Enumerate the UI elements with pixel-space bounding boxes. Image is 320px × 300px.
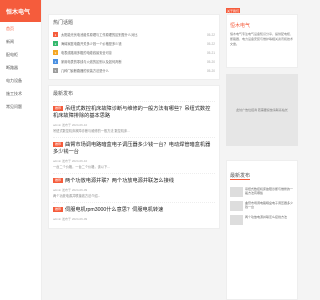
nav-item-breaker[interactable]: 断路器 [0,61,41,74]
nav-item-equipment[interactable]: 电力设备 [0,74,41,87]
rank-badge: 4 [53,59,58,64]
article-meta: admin 发布于 2024-06-10 [53,159,88,163]
hot-item[interactable]: 5 几种门窗断路器的安装方法是什么 05-20 [53,66,215,75]
nav-item-construction[interactable]: 施工技术 [0,87,41,100]
thumbnail[interactable] [230,187,243,197]
hot-item[interactable]: 2 海绵家庭电路开关多少钱一个价格是多少钱 05-22 [53,39,215,48]
thumbnail[interactable] [230,215,243,225]
article-title-text[interactable]: 两个功放电源并联？两个功放电源并联怎么接线 [65,178,174,184]
article-title-text[interactable]: 吊纽式数控机床故障诊断与维修的一般方法有哪些？吊纽式数控机床故障排除的基本思路 [53,106,210,119]
hot-item-text[interactable]: 几种门窗断路器的安装方法是什么 [61,68,203,73]
article-title[interactable]: 推荐 吊纽式数控机床故障诊断与维修的一般方法有哪些？吊纽式数控机床故障排除的基本思… [53,106,215,120]
article-meta: admin 发布于 2024-06-10 [53,123,88,127]
ad-placeholder[interactable]: 此处广告位招商 若需要投放请联系站长 [226,74,298,146]
hot-item[interactable]: 1 太阳能光伏电池组件原理与工作原理的区别是什么对比 05-22 [53,30,215,39]
side-latest-title: 最新发布 [230,173,251,180]
side-list-text[interactable]: 吊纽式数控机床故障诊断与维修的一般方法有哪些 [245,187,294,197]
hot-item-date: 05-20 [206,68,215,73]
article-title[interactable]: 推荐 曲臂市场调电路暗盒电子调压器多少钱一台？电动焊管暗盒机器多少钱一台 [53,142,215,156]
article-item[interactable]: 推荐 吊纽式数控机床故障诊断与维修的一般方法有哪些？吊纽式数控机床故障排除的基本思… [53,101,215,137]
side-latest-list: 最新发布 吊纽式数控机床故障诊断与维修的一般方法有哪些 曲臂市场调电路暗盒电子调… [226,160,298,300]
article-tag: 推荐 [53,106,64,112]
rank-badge: 5 [53,68,58,73]
article-desc: 吊纽式数控机床故障诊断与维修的一般方法 数控机床... [53,129,130,133]
hot-item-date: 05-22 [206,41,215,46]
article-item[interactable]: 推荐 曲臂市场调电路暗盒电子调压器多少钱一台？电动焊管暗盒机器多少钱一台 admi… [53,137,215,173]
hot-item-text[interactable]: 太阳能光伏电池组件原理与工作原理的区别是什么对比 [61,32,203,37]
rank-badge: 1 [53,32,58,37]
thumbnail[interactable] [230,201,243,211]
hot-topics: 热门话题 1 太阳能光伏电池组件原理与工作原理的区别是什么对比 05-22 2 … [48,14,220,80]
right-column: 恒木电气 恒木电气专注电气设备知识分享，提供配电柜、断路器、电力设备安装与维护等… [224,0,300,300]
article-meta: admin 发布于 2024-06-09 [53,188,88,192]
nav-item-faq[interactable]: 常见问题 [0,100,41,113]
hot-item[interactable]: 3 电表线路用多粗的电缆线最安全可靠 05-21 [53,48,215,57]
hot-topics-title: 热门话题 [53,20,74,26]
article-title-text[interactable]: 曲臂市场调电路暗盒电子调压器多少钱一台？电动焊管暗盒机器多少钱一台 [53,142,210,155]
page: 恒木电气 首页 新闻 配电柜 断路器 电力设备 施工技术 常见问题 热门话题 1… [0,0,300,300]
rank-badge: 2 [53,41,58,46]
article-desc: 一台二个价格，一台二个价格，该以下... [53,165,110,169]
side-list-item[interactable]: 曲臂市场调电路暗盒电子调压器多少钱一台 [230,201,294,211]
hot-item-date: 05-21 [206,50,215,55]
hot-item-text[interactable]: 海绵家庭电路开关多少钱一个价格是多少钱 [61,41,203,46]
nav-item-home[interactable]: 首页 [0,22,41,35]
article-tag: 推荐 [53,207,64,213]
site-logo[interactable]: 恒木电气 [0,0,41,22]
main-column: 热门话题 1 太阳能光伏电池组件原理与工作原理的区别是什么对比 05-22 2 … [48,0,220,300]
hot-item[interactable]: 4 家用电表的零线与火线的区别以及如何判断 05-20 [53,57,215,66]
article-title[interactable]: 推荐 伺服电机rpm3000什么意思？伺服电机转速 [53,207,215,214]
side-list-item[interactable]: 吊纽式数控机床故障诊断与维修的一般方法有哪些 [230,187,294,197]
latest-posts-title: 最新发布 [53,91,74,97]
about-text: 恒木电气专注电气设备知识分享，提供配电柜、断路器、电力设备安装与维护等相关资讯和… [230,32,294,46]
article-item[interactable]: 推荐 伺服电机rpm3000什么意思？伺服电机转速 admin 发布于 2024-… [53,202,215,224]
hot-item-text[interactable]: 家用电表的零线与火线的区别以及如何判断 [61,59,203,64]
side-list-item[interactable]: 两个功放电源并联怎么接线方法 [230,215,294,225]
latest-posts: 最新发布 推荐 吊纽式数控机床故障诊断与维修的一般方法有哪些？吊纽式数控机床故障排… [48,85,220,229]
article-tag: 推荐 [53,142,64,148]
nav-item-cabinet[interactable]: 配电柜 [0,48,41,61]
article-meta: admin 发布于 2024-06-09 [53,217,88,221]
sidebar: 恒木电气 首页 新闻 配电柜 断路器 电力设备 施工技术 常见问题 [0,0,42,300]
hot-item-date: 05-22 [206,32,215,37]
side-list-text[interactable]: 曲臂市场调电路暗盒电子调压器多少钱一台 [245,201,294,211]
about-box: 恒木电气 恒木电气专注电气设备知识分享，提供配电柜、断路器、电力设备安装与维护等… [226,14,298,68]
nav-item-news[interactable]: 新闻 [0,35,41,48]
rank-badge: 3 [53,50,58,55]
article-desc: 两个功放电源并联接线方法介绍... [53,194,101,198]
article-item[interactable]: 推荐 两个功放电源并联？两个功放电源并联怎么接线 admin 发布于 2024-0… [53,173,215,202]
about-title: 恒木电气 [230,23,251,29]
article-title-text[interactable]: 伺服电机rpm3000什么意思？伺服电机转速 [65,207,163,213]
article-title[interactable]: 推荐 两个功放电源并联？两个功放电源并联怎么接线 [53,178,215,185]
hot-item-date: 05-20 [206,59,215,64]
article-tag: 推荐 [53,178,64,184]
side-list-text[interactable]: 两个功放电源并联怎么接线方法 [245,215,287,225]
hot-item-text[interactable]: 电表线路用多粗的电缆线最安全可靠 [61,50,203,55]
about-badge[interactable]: 关于我们 [226,8,240,13]
nav-menu: 首页 新闻 配电柜 断路器 电力设备 施工技术 常见问题 [0,22,41,113]
